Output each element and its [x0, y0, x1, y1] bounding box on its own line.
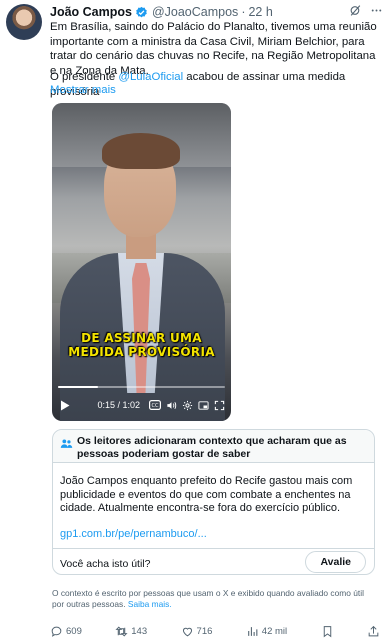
video-person-hair — [102, 133, 180, 169]
video-caption-line1: DE ASSINAR UMA — [81, 331, 202, 345]
show-more-link[interactable]: Mostrar mais — [50, 84, 116, 96]
like-button[interactable]: 716 — [181, 625, 213, 638]
video-progress-fill — [58, 386, 99, 388]
repost-count: 143 — [131, 625, 148, 637]
views-chart-icon — [246, 625, 259, 638]
separator-dot: · — [241, 5, 246, 19]
header-actions — [349, 4, 383, 17]
community-note-header[interactable]: Os leitores adicionaram contexto que ach… — [53, 430, 374, 463]
heart-icon — [181, 625, 194, 638]
repost-icon — [115, 625, 128, 638]
share-icon — [367, 625, 380, 638]
grok-icon[interactable] — [349, 4, 362, 17]
video-player[interactable]: DE ASSINAR UMA MEDIDA PROVISÓRIA 0:15 / … — [52, 103, 231, 421]
community-note-disclaimer: O contexto é escrito por pessoas que usa… — [52, 588, 372, 610]
mention-link[interactable]: @LulaOficial — [118, 71, 183, 83]
video-timecode: 0:15 / 1:02 — [97, 400, 140, 410]
picture-in-picture-icon[interactable] — [198, 400, 209, 411]
repost-button[interactable]: 143 — [115, 625, 147, 638]
disclaimer-text: O contexto é escrito por pessoas que usa… — [52, 588, 364, 609]
text-prefix: O presidente — [50, 71, 119, 83]
tweet: João Campos @JoaoCampos · 22 h Em Brasíl… — [0, 0, 391, 642]
volume-icon[interactable] — [166, 400, 177, 411]
fullscreen-icon[interactable] — [214, 400, 225, 411]
play-icon[interactable] — [60, 400, 70, 411]
more-options-icon[interactable] — [370, 4, 383, 17]
settings-gear-icon[interactable] — [182, 400, 193, 411]
reply-count: 609 — [66, 625, 82, 637]
views-button[interactable]: 42 mil — [246, 625, 287, 638]
community-note-source-link[interactable]: gp1.com.br/pe/pernambuco/... — [60, 528, 207, 540]
rate-button[interactable]: Avalie — [305, 551, 366, 573]
like-count: 716 — [196, 625, 213, 637]
share-button[interactable] — [367, 625, 380, 638]
reply-icon — [50, 625, 63, 638]
people-icon — [60, 437, 73, 455]
bookmark-icon — [321, 625, 334, 638]
views-count: 42 mil — [261, 625, 288, 637]
community-note-title: Os leitores adicionaram contexto que ach… — [77, 435, 347, 460]
avatar[interactable] — [6, 4, 42, 40]
author-handle[interactable]: @JoaoCampos — [152, 5, 238, 19]
community-note-rating: Você acha isto útil? Avalie — [53, 548, 374, 575]
community-note-text: João Campos enquanto prefeito do Recife … — [60, 475, 353, 514]
action-bar: 609 143 716 42 mil — [50, 623, 380, 639]
svg-text:CC: CC — [152, 403, 159, 409]
timestamp[interactable]: 22 h — [248, 5, 272, 19]
helpful-question: Você acha isto útil? — [60, 558, 151, 570]
closed-captions-icon[interactable]: CC — [149, 400, 161, 410]
video-progress-bar[interactable] — [58, 386, 225, 388]
video-caption-line2: MEDIDA PROVISÓRIA — [68, 345, 215, 359]
author-name[interactable]: João Campos — [50, 5, 132, 19]
video-controls: 0:15 / 1:02 CC — [60, 398, 225, 412]
learn-more-link[interactable]: Saiba mais. — [128, 599, 172, 609]
bookmark-button[interactable] — [321, 625, 334, 638]
verified-badge-icon — [135, 6, 148, 19]
community-note: Os leitores adicionaram contexto que ach… — [52, 429, 375, 575]
reply-button[interactable]: 609 — [50, 625, 82, 638]
tweet-header: João Campos @JoaoCampos · 22 h — [50, 4, 383, 20]
